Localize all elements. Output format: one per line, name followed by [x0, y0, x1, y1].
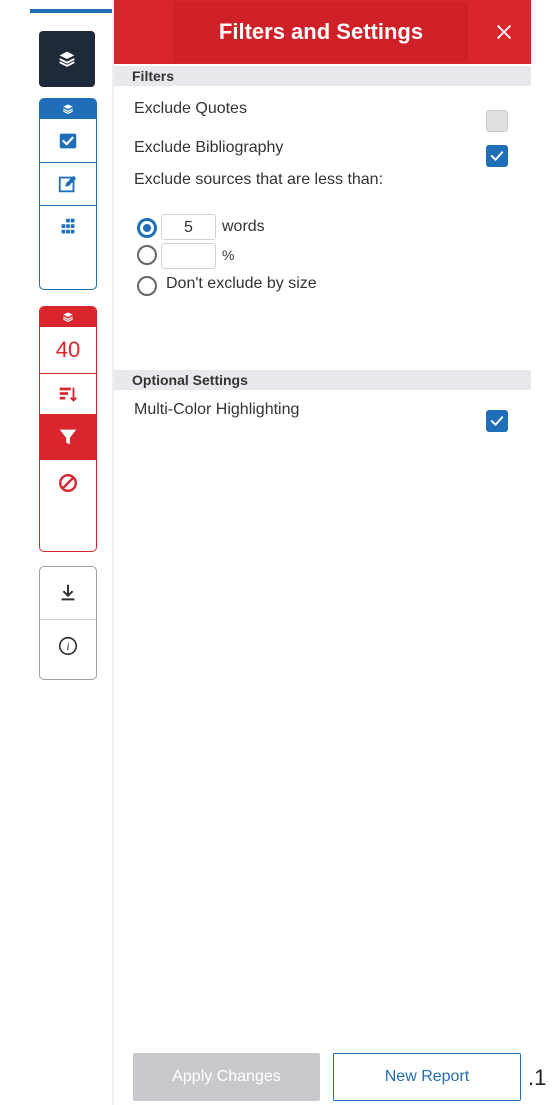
close-icon — [493, 21, 515, 43]
apply-changes-button[interactable]: Apply Changes — [133, 1053, 320, 1101]
size-radio-percent[interactable] — [137, 245, 157, 265]
multi-color-label: Multi-Color Highlighting — [134, 401, 300, 418]
new-report-button[interactable]: New Report — [333, 1053, 521, 1101]
checkbox-button[interactable] — [40, 119, 96, 162]
percent-input[interactable] — [161, 243, 216, 269]
check-icon — [490, 416, 504, 426]
optional-settings-header: Optional Settings — [114, 370, 531, 390]
svg-text:i: i — [66, 639, 69, 653]
edit-icon — [57, 173, 79, 195]
sort-button[interactable] — [40, 374, 96, 414]
group-cap[interactable] — [40, 99, 96, 119]
download-icon — [57, 582, 79, 604]
exclude-size-label: Exclude sources that are less than: — [134, 171, 384, 188]
dont-exclude-label: Don't exclude by size — [166, 275, 317, 292]
grid-icon — [57, 216, 79, 238]
exclude-quotes-label: Exclude Quotes — [134, 100, 247, 117]
filters-section-label: Filters — [132, 68, 175, 84]
exclude-bibliography-checkbox[interactable] — [486, 145, 508, 167]
filter-button[interactable] — [40, 414, 96, 460]
size-radio-none[interactable] — [137, 276, 157, 296]
panel-title: Filters and Settings — [218, 19, 424, 44]
optional-settings-label: Optional Settings — [132, 372, 248, 388]
match-overview-group — [39, 98, 97, 290]
info-button[interactable]: i — [40, 620, 96, 672]
exclude-quotes-checkbox[interactable] — [486, 110, 508, 132]
multi-color-checkbox[interactable] — [486, 410, 508, 432]
utility-group: i — [39, 566, 97, 680]
layers-main-button[interactable] — [39, 31, 95, 87]
words-input[interactable]: 5 — [161, 214, 216, 240]
download-button[interactable] — [40, 567, 96, 619]
layers-icon — [61, 102, 75, 116]
similarity-group: 40 — [39, 306, 97, 552]
words-unit: words — [222, 218, 265, 235]
info-icon: i — [57, 635, 79, 657]
filter-icon — [57, 426, 79, 448]
layers-icon — [56, 48, 78, 70]
sort-icon — [57, 383, 79, 405]
check-icon — [490, 151, 504, 161]
close-button[interactable] — [476, 0, 531, 64]
panel-divider — [112, 0, 114, 1105]
similarity-score[interactable]: 40 — [40, 327, 96, 373]
layers-icon — [61, 310, 75, 324]
edit-button[interactable] — [40, 163, 96, 205]
checkbox-icon — [57, 130, 79, 152]
size-radio-words[interactable] — [137, 218, 157, 238]
percent-unit: % — [222, 247, 235, 263]
block-icon — [57, 472, 79, 494]
filters-section-header: Filters — [114, 66, 531, 86]
sidebar-accent-bar — [30, 9, 112, 13]
page-fragment: .1 — [528, 1065, 547, 1090]
exclude-bibliography-label: Exclude Bibliography — [134, 139, 284, 156]
group-cap[interactable] — [40, 307, 96, 327]
exclusions-button[interactable] — [40, 460, 96, 506]
grid-button[interactable] — [40, 206, 96, 247]
